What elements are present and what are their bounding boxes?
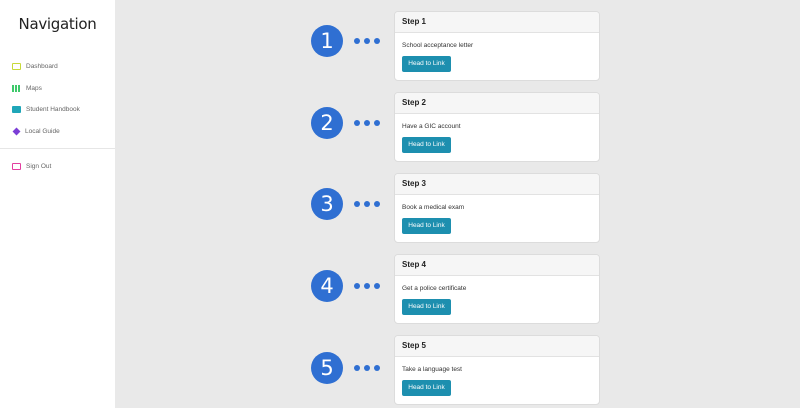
head-to-link-button[interactable]: Head to Link: [402, 137, 451, 153]
maps-icon: [12, 84, 21, 92]
dashboard-icon: [12, 62, 21, 70]
step-card: Step 2 Have a GIC account Head to Link: [394, 92, 600, 162]
sign-out-label: Sign Out: [26, 162, 52, 170]
connector-dot: [374, 38, 380, 44]
connector-dot: [374, 120, 380, 126]
step-card: Step 1 School acceptance letter Head to …: [394, 11, 600, 81]
sidebar-divider: [0, 148, 115, 149]
connector-dot: [354, 365, 360, 371]
sidebar-item-dashboard[interactable]: Dashboard: [12, 59, 58, 73]
sidebar-title: Navigation: [18, 15, 97, 33]
head-to-link-button[interactable]: Head to Link: [402, 380, 451, 396]
head-to-link-button[interactable]: Head to Link: [402, 56, 451, 72]
sidebar-item-local-guide[interactable]: Local Guide: [12, 124, 60, 138]
step-description: Have a GIC account: [402, 123, 461, 130]
step-description: Book a medical exam: [402, 204, 465, 211]
step-title: Step 3: [395, 174, 599, 195]
connector-dot: [354, 120, 360, 126]
step-number-circle: 3: [311, 188, 343, 220]
step-title: Step 5: [395, 336, 599, 357]
step-card: Step 3 Book a medical exam Head to Link: [394, 173, 600, 243]
sidebar: Navigation Dashboard Maps Student Handbo…: [0, 0, 115, 408]
step-description: Take a language test: [402, 366, 462, 373]
connector-dot: [364, 365, 370, 371]
connector-dot: [354, 283, 360, 289]
book-icon: [12, 105, 21, 113]
connector-dot: [364, 38, 370, 44]
sidebar-item-label: Dashboard: [26, 62, 58, 70]
connector-dot: [364, 283, 370, 289]
connector-dot: [364, 120, 370, 126]
step-card: Step 5 Take a language test Head to Link: [394, 335, 600, 405]
guide-icon: [12, 127, 21, 135]
connector-dot: [374, 283, 380, 289]
sidebar-item-label: Student Handbook: [26, 105, 80, 113]
connector-dot: [354, 201, 360, 207]
step-description: Get a police certificate: [402, 285, 467, 292]
sidebar-item-student-handbook[interactable]: Student Handbook: [12, 102, 80, 116]
sidebar-item-maps[interactable]: Maps: [12, 81, 42, 95]
sidebar-item-label: Local Guide: [25, 127, 60, 135]
step-title: Step 1: [395, 12, 599, 33]
step-title: Step 4: [395, 255, 599, 276]
connector-dot: [374, 201, 380, 207]
head-to-link-button[interactable]: Head to Link: [402, 299, 451, 315]
sign-out-icon: [12, 162, 21, 170]
sidebar-item-label: Maps: [26, 84, 42, 92]
sign-out-button[interactable]: Sign Out: [12, 159, 51, 173]
connector-dot: [364, 201, 370, 207]
step-number-circle: 2: [311, 107, 343, 139]
step-number-circle: 5: [311, 352, 343, 384]
step-description: School acceptance letter: [402, 42, 474, 49]
head-to-link-button[interactable]: Head to Link: [402, 218, 451, 234]
step-title: Step 2: [395, 93, 599, 114]
connector-dot: [354, 38, 360, 44]
connector-dot: [374, 365, 380, 371]
step-number-circle: 1: [311, 25, 343, 57]
step-card: Step 4 Get a police certificate Head to …: [394, 254, 600, 324]
step-number-circle: 4: [311, 270, 343, 302]
